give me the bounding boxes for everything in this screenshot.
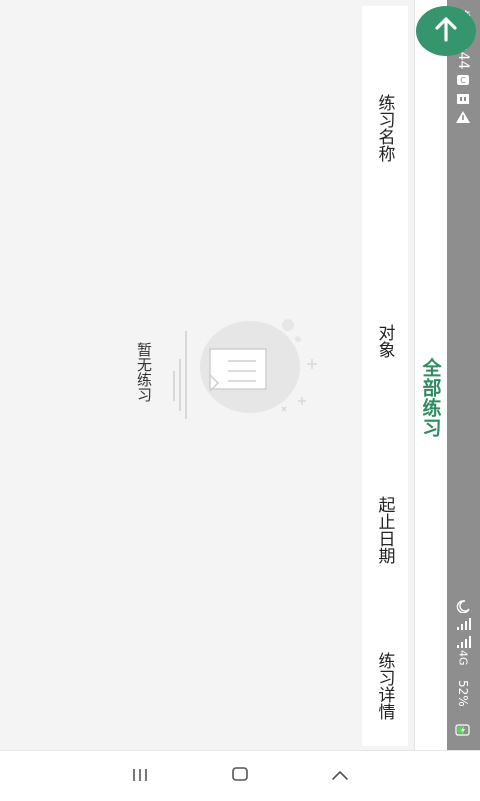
recent-apps-icon [131, 767, 149, 786]
arrow-up-icon [431, 14, 461, 48]
column-header-name: 练习名称 [374, 94, 395, 162]
status-bar: 傍晚6:44 C 4G 52% [446, 0, 480, 750]
signal-icon [455, 616, 471, 630]
bb-icon [455, 91, 471, 105]
navigation-bar [0, 750, 480, 801]
column-header-detail: 练习详情 [374, 652, 395, 720]
home-button[interactable] [228, 765, 252, 787]
warning-icon [455, 109, 471, 123]
table-header: 练习名称 对象 起止日期 练习详情 [362, 6, 408, 746]
signal-icon [455, 634, 471, 648]
nav-back-button[interactable] [328, 765, 352, 787]
screen: 傍晚6:44 C 4G 52% 全部练习 [0, 0, 480, 750]
title-bar: 全部练习 [414, 0, 447, 750]
column-header-dates: 起止日期 [374, 496, 395, 564]
home-icon [231, 766, 249, 786]
svg-text:C: C [460, 76, 466, 85]
page-title: 全部练习 [419, 358, 442, 438]
battery-percent: 52% [456, 680, 470, 707]
back-icon [331, 767, 349, 786]
back-button[interactable] [416, 6, 476, 56]
column-header-target: 对象 [374, 324, 395, 358]
recent-apps-button[interactable] [128, 765, 152, 787]
empty-document-icon [170, 315, 320, 435]
battery-charging-icon [455, 722, 471, 736]
c-icon: C [455, 72, 471, 86]
network-type: 4G [456, 650, 470, 666]
moon-icon [455, 598, 471, 614]
empty-state-message: 暂无练习 [135, 342, 153, 402]
